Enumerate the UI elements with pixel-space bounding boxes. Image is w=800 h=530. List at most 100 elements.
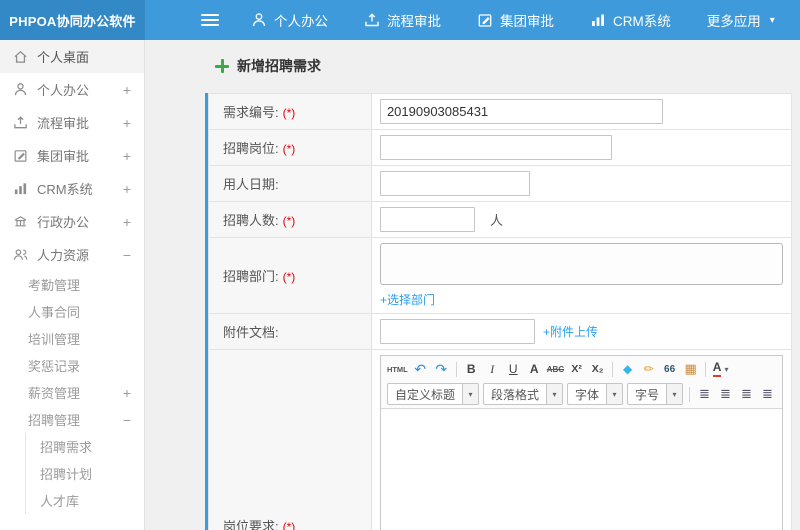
align-center-button[interactable]: ≣ [716,384,735,404]
required-marker: (*) [282,270,296,284]
sidebar-item-personal-office[interactable]: 个人办公 + [0,73,144,106]
people-icon [13,249,28,261]
field-label: 岗位要求: (*) [208,349,372,530]
sidebar-item-label: 招聘需求 [40,440,93,455]
sidebar-item-crm-system[interactable]: CRM系统 + [0,172,144,205]
sidebar-item-recruit-plan[interactable]: 招聘计划 [26,460,144,487]
sidebar-item-label: 奖惩记录 [28,359,81,374]
sidebar-item-label: 个人办公 [37,83,90,98]
field-label: 需求编号: (*) [208,93,372,130]
format-painter-button[interactable]: ✏ [639,359,658,379]
required-marker: (*) [282,106,296,120]
html-source-button[interactable]: HTML [386,359,409,379]
expand-toggle[interactable]: + [120,115,134,131]
sidebar-item-personnel-contract[interactable]: 人事合同 [0,298,144,325]
field-label: 招聘岗位: (*) [208,129,372,166]
field-label: 招聘部门: (*) [208,237,372,314]
top-nav: 个人办公 流程审批 集团审批 CRM系统 更多应用 ▾ [251,10,775,30]
nav-label: 流程审批 [387,14,441,29]
expand-toggle[interactable]: + [120,82,134,98]
sidebar-item-label: 个人桌面 [37,50,90,65]
sidebar-item-training-mgmt[interactable]: 培训管理 [0,325,144,352]
font-color-button[interactable]: A ▾ [711,359,730,379]
required-marker: (*) [282,142,296,156]
editor-content-area[interactable] [380,409,782,530]
align-right-button[interactable]: ≣ [737,384,756,404]
field-label: 招聘人数: (*) [208,201,372,238]
unit-suffix: 人 [489,213,503,228]
sidebar-item-personal-desktop[interactable]: 个人桌面 [0,40,144,73]
table-button[interactable]: ▦ [681,359,700,379]
sidebar-item-talent-pool[interactable]: 人才库 [26,487,144,514]
subscript-button[interactable]: X₂ [588,359,607,379]
superscript-button[interactable]: X² [567,359,586,379]
attachment-upload-link[interactable]: +附件上传 [543,323,598,340]
select-department-link[interactable]: +选择部门 [380,293,435,307]
sidebar-item-human-resources[interactable]: 人力资源 − [0,238,144,271]
sidebar-item-recruit-demand[interactable]: 招聘需求 [26,433,144,460]
sidebar-item-process-approval[interactable]: 流程审批 + [0,106,144,139]
required-marker: (*) [282,519,296,530]
expand-toggle[interactable]: + [120,148,134,164]
nav-label: CRM系统 [613,14,671,29]
field-label: 附件文档: [208,313,372,350]
required-marker: (*) [282,214,296,228]
expand-toggle[interactable]: + [120,181,134,197]
nav-group-approval[interactable]: 集团审批 [477,10,554,30]
sidebar-item-salary-mgmt[interactable]: 薪资管理 + [0,379,144,406]
sidebar-item-attendance-mgmt[interactable]: 考勤管理 [0,271,144,298]
bold-button[interactable]: B [462,359,481,379]
chevron-down-icon: ▾ [461,384,478,404]
undo-button[interactable]: ↶ [411,359,430,379]
edit-icon [478,14,492,27]
sidebar-item-label: 人力资源 [37,248,90,263]
font-family-select[interactable]: 字体 ▾ [566,383,623,405]
sidebar-item-reward-records[interactable]: 奖惩记录 [0,352,144,379]
demand-no-input[interactable] [379,99,663,124]
main-content: 新增招聘需求 需求编号:(*) 招聘岗位:(*) [146,40,800,530]
sidebar-item-label: 考勤管理 [28,278,81,293]
toolbar-separator [612,361,614,377]
paragraph-format-select[interactable]: 段落格式 ▾ [482,383,563,405]
align-left-button[interactable]: ≣ [695,384,714,404]
sidebar-item-group-approval[interactable]: 集团审批 + [0,139,144,172]
nav-more-apps[interactable]: 更多应用 ▾ [707,10,775,30]
font-size-select[interactable]: 字号 ▾ [626,383,683,405]
custom-title-select[interactable]: 自定义标题 ▾ [386,383,479,405]
recruitment-form: 需求编号:(*) 招聘岗位:(*) 用人日期: [205,93,793,530]
form-row-requirements: 岗位要求: (*) HTML ↶ ↷ B I U A ABC X² X₂ ◆ ✏… [208,349,793,530]
sidebar-item-admin-office[interactable]: 行政办公 + [0,205,144,238]
sidebar-item-label: 薪资管理 [28,386,81,401]
blockquote-button[interactable]: 66 [660,359,679,379]
form-row-headcount: 招聘人数: (*) 人 [208,201,793,238]
form-row-department: 招聘部门: (*) +选择部门 [208,237,793,314]
form-row-position: 招聘岗位: (*) [208,129,793,166]
collapse-toggle[interactable]: − [120,412,134,428]
redo-button[interactable]: ↷ [432,359,451,379]
expand-toggle[interactable]: + [120,214,134,230]
collapse-toggle[interactable]: − [120,247,134,263]
chevron-down-icon: ▾ [769,14,775,26]
strikethrough-button[interactable]: ABC [546,359,565,379]
headcount-input[interactable] [379,207,475,232]
font-style-button[interactable]: A [525,359,544,379]
nav-personal-office[interactable]: 个人办公 [251,10,328,30]
remove-format-button[interactable]: ◆ [618,359,637,379]
building-icon [14,216,27,227]
position-input[interactable] [379,135,612,160]
italic-button[interactable]: I [483,359,502,379]
underline-button[interactable]: U [504,359,523,379]
expand-toggle[interactable]: + [120,385,134,401]
nav-crm-system[interactable]: CRM系统 [590,10,671,30]
add-icon [215,59,229,73]
menu-toggle-icon[interactable] [201,11,219,29]
attachment-input[interactable] [379,319,535,344]
person-icon [252,13,266,27]
department-textarea[interactable] [379,243,783,285]
toolbar-separator [455,361,457,377]
align-justify-button[interactable]: ≣ [758,384,777,404]
nav-process-approval[interactable]: 流程审批 [364,10,441,30]
sidebar-item-recruitment-mgmt[interactable]: 招聘管理 − [0,406,144,433]
sidebar-item-label: 人事合同 [28,305,81,320]
hire-date-input[interactable] [379,171,530,196]
